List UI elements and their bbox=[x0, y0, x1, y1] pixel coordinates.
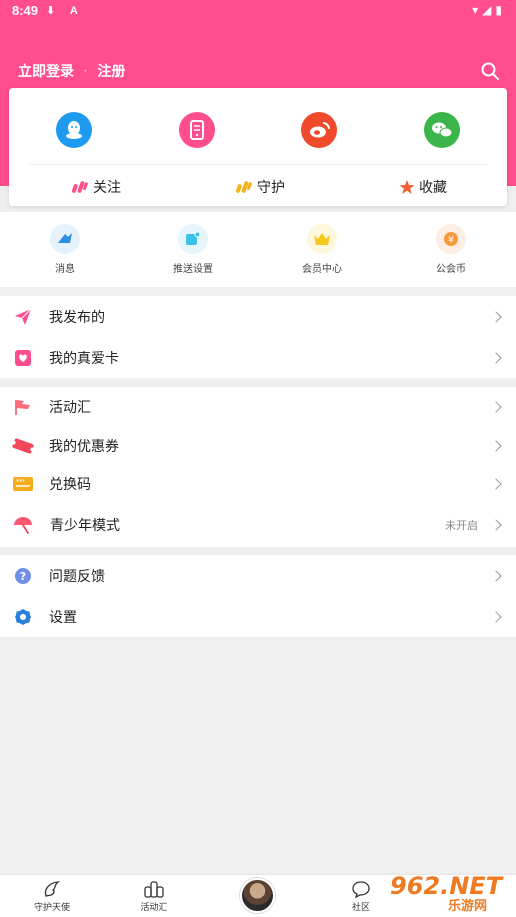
follow-link[interactable]: 关注 bbox=[71, 177, 121, 197]
quick-messages[interactable]: 消息 bbox=[25, 224, 105, 275]
watermark-text: 962.NET bbox=[390, 872, 504, 900]
tab-community[interactable]: 社区 bbox=[331, 880, 391, 913]
menu-item-teen-mode[interactable]: 青少年模式 未开启 bbox=[0, 503, 516, 547]
star-icon bbox=[399, 180, 415, 194]
status-left-icons: ⬇ A bbox=[46, 5, 84, 17]
flag-icon bbox=[15, 400, 30, 415]
quick-messages-label: 消息 bbox=[55, 264, 75, 275]
favorites-link[interactable]: 收藏 bbox=[399, 177, 447, 197]
menu-item-label: 我的真爱卡 bbox=[49, 349, 119, 366]
menu-item-label: 设置 bbox=[49, 608, 77, 625]
menu-item-activity[interactable]: 活动汇 bbox=[0, 387, 516, 427]
qq-login-button[interactable] bbox=[56, 112, 92, 148]
menu-group-activity: 活动汇 我的优惠券 *** 兑换码 青少年模式 未开启 bbox=[0, 387, 516, 547]
watermark-logo: 962.NET 乐游网 bbox=[388, 868, 506, 914]
menu-item-label: 我发布的 bbox=[49, 308, 105, 325]
chevron-right-icon bbox=[490, 569, 502, 582]
quick-guild-coin-label: 公会币 bbox=[436, 264, 466, 275]
weibo-icon bbox=[310, 122, 330, 138]
search-icon bbox=[481, 62, 499, 80]
login-separator: · bbox=[84, 65, 88, 77]
menu-item-label: 活动汇 bbox=[49, 399, 91, 415]
chevron-right-icon bbox=[490, 440, 502, 452]
avatar[interactable] bbox=[240, 878, 275, 913]
tab-label: 活动汇 bbox=[140, 902, 168, 912]
chevron-right-icon bbox=[490, 519, 502, 531]
chevron-right-icon bbox=[490, 351, 502, 364]
code-card-icon: *** bbox=[13, 477, 33, 491]
quick-vip-center-label: 会员中心 bbox=[302, 264, 342, 275]
chat-bubble-icon bbox=[352, 881, 370, 898]
menu-item-label: 兑换码 bbox=[49, 476, 91, 492]
quick-push-settings[interactable]: 推送设置 bbox=[153, 224, 233, 275]
umbrella-icon bbox=[14, 517, 32, 534]
push-settings-icon bbox=[186, 231, 201, 245]
status-bar: 8:49 ⬇ A ▾◢▮ bbox=[0, 0, 516, 24]
quick-push-settings-label: 推送设置 bbox=[173, 264, 213, 275]
card-divider bbox=[29, 164, 487, 165]
login-register-row: 立即登录 · 注册 bbox=[18, 61, 125, 81]
follow-icon bbox=[71, 181, 88, 193]
chevron-right-icon bbox=[490, 610, 502, 623]
svg-text:?: ? bbox=[20, 570, 26, 583]
activity-icon bbox=[144, 881, 164, 898]
guard-link[interactable]: 守护 bbox=[235, 177, 285, 197]
wechat-login-button[interactable] bbox=[424, 112, 460, 148]
tab-guardian-angel[interactable]: 守护天使 bbox=[22, 880, 82, 913]
send-icon bbox=[15, 308, 32, 325]
tab-label: 守护天使 bbox=[33, 902, 70, 912]
chevron-right-icon bbox=[490, 478, 502, 490]
chevron-right-icon bbox=[490, 310, 502, 323]
menu-item-label: 青少年模式 bbox=[50, 517, 120, 533]
quick-actions-bar: 消息 推送设置 会员中心 ¥ 公会币 bbox=[0, 212, 516, 287]
phone-login-button[interactable] bbox=[179, 112, 215, 148]
search-button[interactable] bbox=[480, 61, 500, 81]
menu-item-label: 我的优惠券 bbox=[49, 438, 119, 454]
angel-wing-icon bbox=[44, 881, 61, 897]
qq-icon bbox=[66, 121, 82, 139]
login-card: 关注 守护 收藏 bbox=[9, 88, 507, 206]
quick-vip-center[interactable]: 会员中心 bbox=[282, 224, 362, 275]
heart-card-icon bbox=[15, 349, 31, 366]
menu-group-support: ? 问题反馈 设置 bbox=[0, 555, 516, 637]
watermark-subtext: 乐游网 bbox=[448, 898, 487, 914]
menu-item-settings[interactable]: 设置 bbox=[0, 596, 516, 637]
tab-label: 社区 bbox=[351, 902, 370, 912]
weibo-login-button[interactable] bbox=[301, 112, 337, 148]
chevron-right-icon bbox=[490, 401, 502, 413]
vip-crown-icon bbox=[314, 233, 330, 245]
status-time: 8:49 bbox=[12, 3, 39, 18]
svg-text:***: *** bbox=[16, 479, 25, 486]
phone-icon bbox=[190, 120, 204, 140]
menu-item-love-card[interactable]: 我的真爱卡 bbox=[0, 337, 516, 378]
menu-item-my-posts[interactable]: 我发布的 bbox=[0, 296, 516, 337]
register-link[interactable]: 注册 bbox=[97, 61, 125, 81]
menu-item-redeem-code[interactable]: *** 兑换码 bbox=[0, 465, 516, 503]
login-link[interactable]: 立即登录 bbox=[18, 61, 74, 81]
favorites-label: 收藏 bbox=[419, 179, 447, 195]
wechat-icon bbox=[432, 122, 453, 138]
follow-label: 关注 bbox=[93, 179, 121, 195]
guard-icon bbox=[235, 181, 252, 193]
message-icon bbox=[58, 233, 72, 243]
menu-item-label: 问题反馈 bbox=[49, 567, 105, 584]
guard-label: 守护 bbox=[257, 179, 285, 195]
teen-mode-status: 未开启 bbox=[445, 520, 478, 532]
svg-text:¥: ¥ bbox=[448, 236, 454, 246]
quick-guild-coin[interactable]: ¥ 公会币 bbox=[411, 224, 491, 275]
status-right-icons: ▾◢▮ bbox=[472, 3, 506, 17]
tab-activity[interactable]: 活动汇 bbox=[124, 880, 184, 913]
question-icon: ? bbox=[15, 567, 31, 584]
menu-item-coupons[interactable]: 我的优惠券 bbox=[0, 427, 516, 465]
settings-gear-icon bbox=[15, 608, 31, 625]
menu-item-feedback[interactable]: ? 问题反馈 bbox=[0, 555, 516, 596]
coin-icon: ¥ bbox=[444, 232, 458, 246]
menu-group-posts: 我发布的 我的真爱卡 bbox=[0, 296, 516, 378]
ticket-icon bbox=[12, 438, 34, 454]
